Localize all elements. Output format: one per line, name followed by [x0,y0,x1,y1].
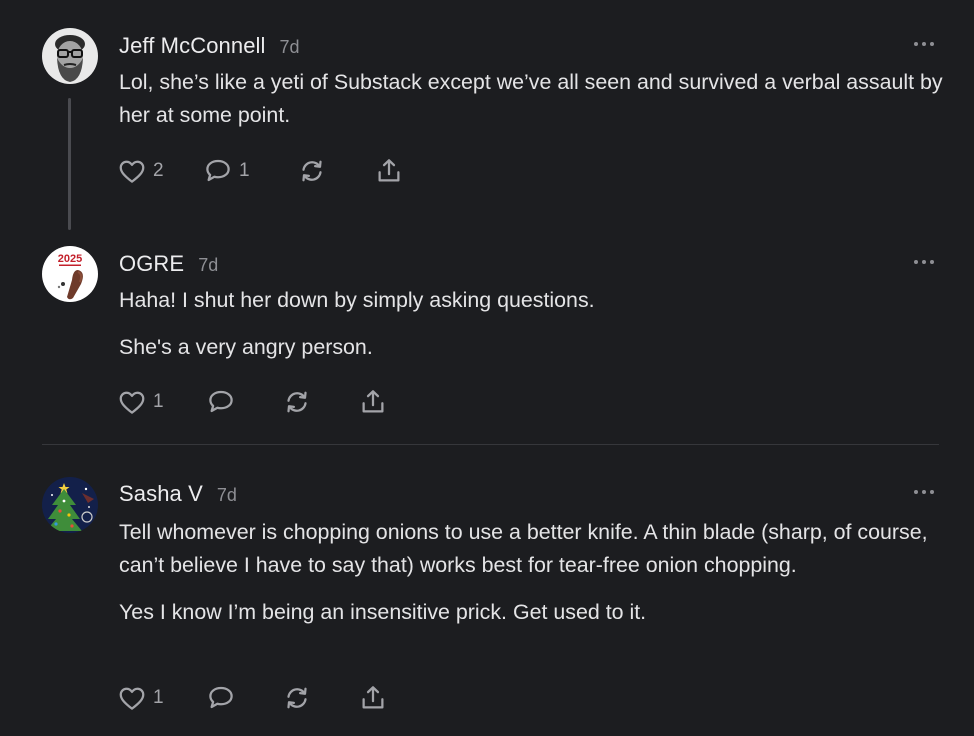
like-count: 1 [153,687,164,708]
author-name[interactable]: Sasha V [119,481,203,507]
restack-arrows-icon [302,160,322,182]
like-count: 1 [153,391,164,412]
speech-bubble-icon [209,390,233,413]
restack-arrows-icon [287,391,307,413]
share-upload-icon [378,159,400,182]
share-button[interactable] [358,682,388,714]
author-name[interactable]: OGRE [119,251,184,277]
share-button[interactable] [358,386,388,418]
comment-paragraph: Haha! I shut her down by simply asking q… [119,288,595,312]
speech-bubble-icon [206,159,230,182]
speech-bubble-icon [209,686,233,709]
comment-body: Tell whomever is chopping onions to use … [119,516,954,629]
timestamp[interactable]: 7d [217,485,237,506]
heart-icon [119,160,145,183]
restack-button[interactable] [297,155,327,187]
comment-header: OGRE 7d [119,251,218,277]
bearded-man-glasses-avatar [42,28,98,84]
avatar-text: 2025 [58,253,82,265]
like-count: 2 [153,160,164,181]
2025-new-year-avatar: 2025 [42,246,98,302]
share-upload-icon [362,686,384,709]
comment-ogre: 2025 OGRE 7d Haha! I shut her down by si… [0,232,974,444]
more-options-button[interactable] [914,40,934,48]
comment-paragraph: She's a very angry person. [119,335,373,359]
comment-paragraph: Tell whomever is chopping onions to use … [119,520,928,577]
share-button[interactable] [374,155,404,187]
restack-button[interactable] [282,682,312,714]
thread-line [68,98,71,230]
like-button[interactable]: 2 [117,155,164,187]
christmas-tree-avatar [42,477,98,533]
author-name[interactable]: Jeff McConnell [119,33,266,59]
more-horizontal-icon [914,260,918,264]
more-options-button[interactable] [914,488,934,496]
comment-body: Lol, she’s like a yeti of Substack excep… [119,66,954,132]
more-horizontal-icon [914,42,918,46]
share-upload-icon [362,390,384,413]
reply-button[interactable]: 1 [203,155,250,187]
comment-divider [42,444,939,445]
avatar[interactable] [42,28,98,84]
comment-jeff-mcconnell: Jeff McConnell 7d Lol, she’s like a yeti… [0,0,974,232]
timestamp[interactable]: 7d [280,37,300,58]
reply-button[interactable] [206,682,236,714]
like-button[interactable]: 1 [117,682,164,714]
restack-arrows-icon [287,687,307,709]
comment-sasha-v: Sasha V 7d Tell whomever is chopping oni… [0,446,974,736]
reply-count: 1 [239,160,250,181]
heart-icon [119,391,145,414]
avatar[interactable] [42,477,98,533]
comment-body: Haha! I shut her down by simply asking q… [119,284,954,364]
like-button[interactable]: 1 [117,386,164,418]
more-options-button[interactable] [914,258,934,266]
avatar[interactable]: 2025 [42,246,98,302]
comment-paragraph: Yes I know I’m being an insensitive pric… [119,600,647,624]
restack-button[interactable] [282,386,312,418]
more-horizontal-icon [914,490,918,494]
comment-paragraph: Lol, she’s like a yeti of Substack excep… [119,70,943,127]
timestamp[interactable]: 7d [198,255,218,276]
comment-header: Sasha V 7d [119,481,237,507]
heart-icon [119,687,145,710]
reply-button[interactable] [206,386,236,418]
comment-header: Jeff McConnell 7d [119,33,300,59]
